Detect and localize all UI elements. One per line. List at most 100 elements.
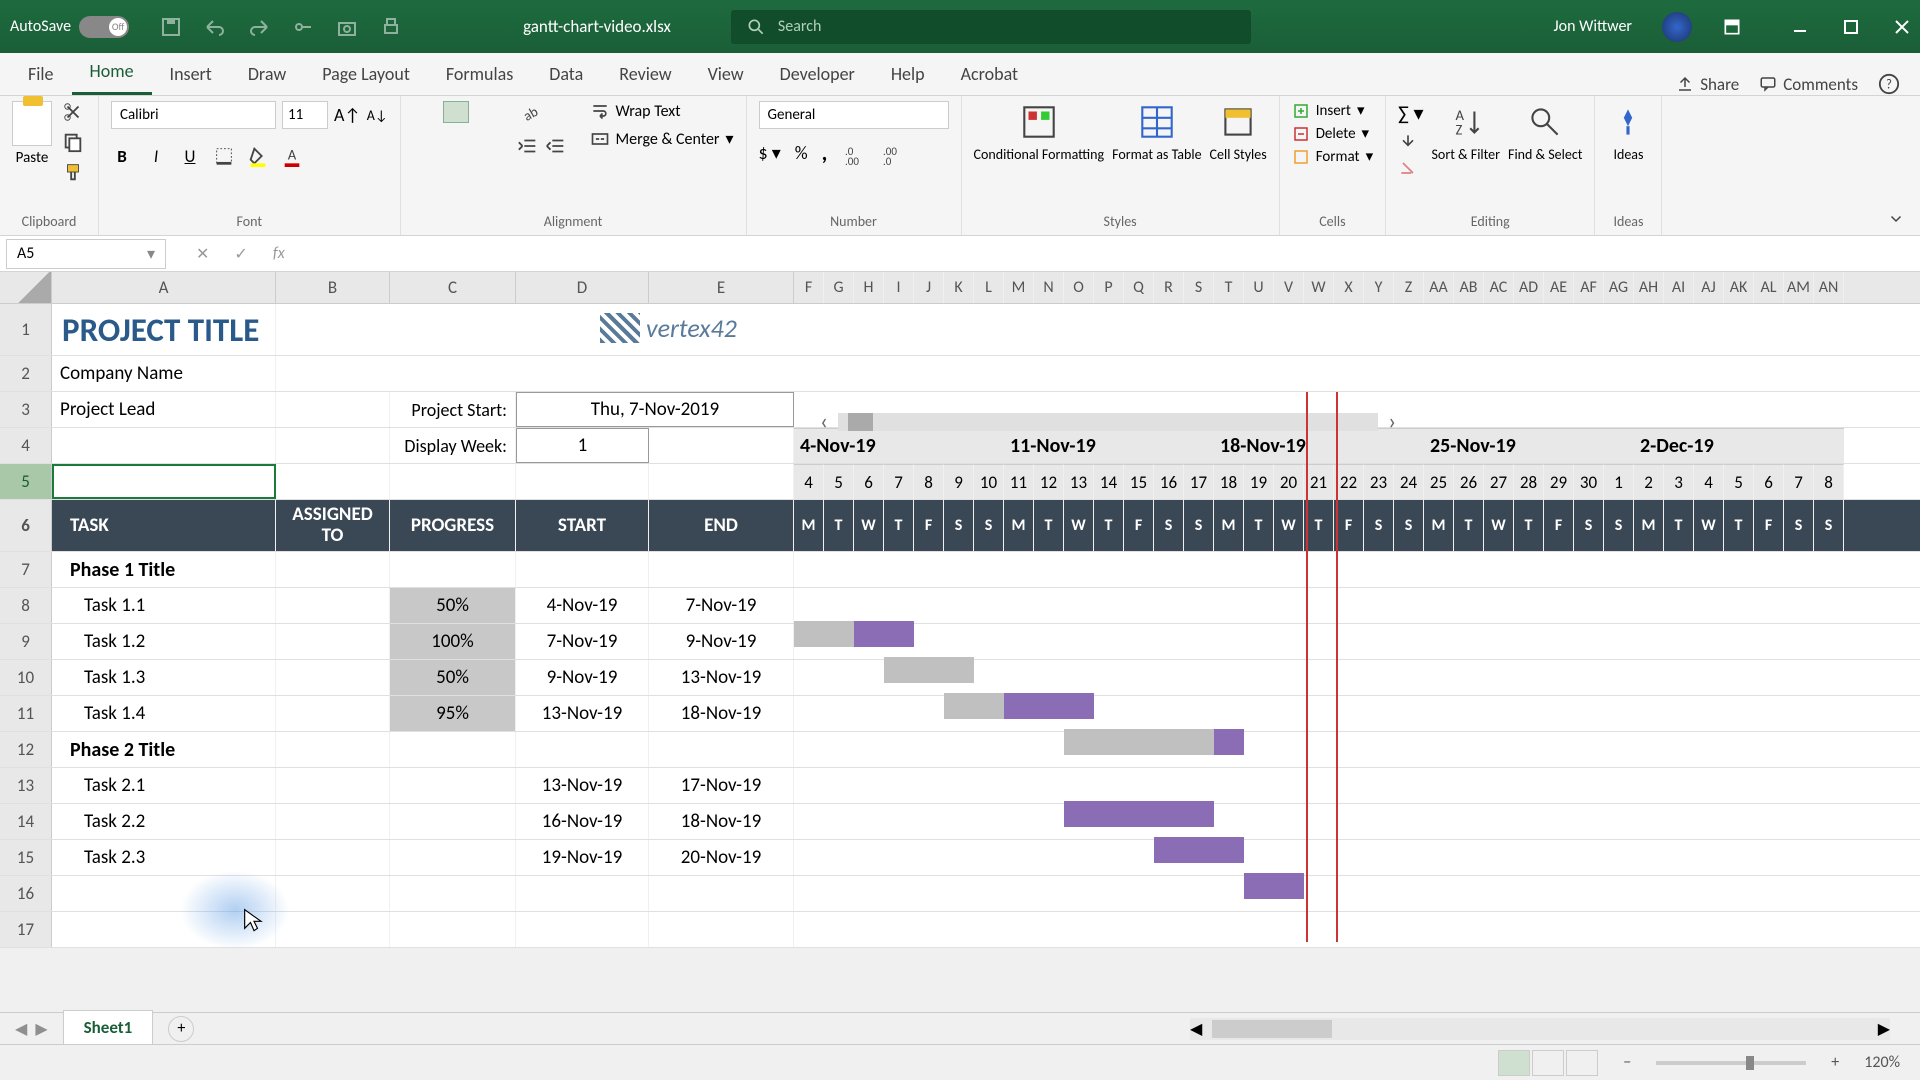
day-number[interactable]: 27 bbox=[1484, 464, 1514, 499]
copy-icon[interactable] bbox=[60, 131, 86, 153]
task-cell[interactable]: Task 2.1 bbox=[52, 768, 276, 803]
progress-cell[interactable] bbox=[390, 912, 516, 947]
assigned-cell[interactable] bbox=[276, 732, 390, 767]
row-header[interactable]: 17 bbox=[0, 912, 52, 947]
scroll-right-icon[interactable]: ▶ bbox=[1878, 1019, 1890, 1039]
day-of-week[interactable]: S bbox=[944, 500, 974, 551]
day-of-week[interactable]: F bbox=[1754, 500, 1784, 551]
share-button[interactable]: Share bbox=[1676, 74, 1739, 95]
percent-icon[interactable]: % bbox=[795, 142, 808, 164]
table-row[interactable]: 15Task 2.319-Nov-1920-Nov-19 bbox=[0, 840, 1920, 876]
day-number[interactable]: 5 bbox=[1724, 464, 1754, 499]
conditional-formatting-button[interactable]: Conditional Formatting bbox=[974, 101, 1105, 163]
week-date[interactable]: 25-Nov-19 bbox=[1424, 428, 1634, 463]
help-icon[interactable]: ? bbox=[1878, 73, 1900, 95]
number-format-select[interactable] bbox=[759, 101, 949, 129]
tab-insert[interactable]: Insert bbox=[152, 53, 230, 95]
start-date-cell[interactable]: 13-Nov-19 bbox=[516, 696, 649, 731]
column-header[interactable]: AB bbox=[1454, 272, 1484, 303]
day-of-week[interactable]: W bbox=[854, 500, 884, 551]
zoom-level[interactable]: 120% bbox=[1864, 1053, 1900, 1072]
user-name[interactable]: Jon Wittwer bbox=[1554, 17, 1632, 36]
column-header[interactable]: AF bbox=[1574, 272, 1604, 303]
day-of-week[interactable]: S bbox=[1154, 500, 1184, 551]
page-layout-view-icon[interactable] bbox=[1532, 1050, 1564, 1076]
day-of-week[interactable]: F bbox=[1544, 500, 1574, 551]
project-lead-cell[interactable]: Project Lead bbox=[52, 392, 276, 427]
task-cell[interactable]: Task 1.4 bbox=[52, 696, 276, 731]
start-date-cell[interactable]: 4-Nov-19 bbox=[516, 588, 649, 623]
day-number[interactable]: 14 bbox=[1094, 464, 1124, 499]
start-date-cell[interactable] bbox=[516, 912, 649, 947]
progress-cell[interactable] bbox=[390, 732, 516, 767]
row-header[interactable]: 13 bbox=[0, 768, 52, 803]
tab-file[interactable]: File bbox=[10, 53, 72, 95]
day-of-week[interactable]: W bbox=[1484, 500, 1514, 551]
task-header[interactable]: TASK bbox=[52, 500, 276, 551]
scroll-right-icon[interactable]: › bbox=[1388, 407, 1396, 436]
day-number[interactable]: 25 bbox=[1424, 464, 1454, 499]
start-date-cell[interactable]: 19-Nov-19 bbox=[516, 840, 649, 875]
day-number[interactable]: 16 bbox=[1154, 464, 1184, 499]
start-date-cell[interactable]: 13-Nov-19 bbox=[516, 768, 649, 803]
table-row[interactable]: 8Task 1.150%4-Nov-197-Nov-19 bbox=[0, 588, 1920, 624]
column-header[interactable]: AE bbox=[1544, 272, 1574, 303]
column-header[interactable]: AJ bbox=[1694, 272, 1724, 303]
day-of-week[interactable]: T bbox=[1304, 500, 1334, 551]
table-row[interactable]: 14Task 2.216-Nov-1918-Nov-19 bbox=[0, 804, 1920, 840]
day-number[interactable]: 1 bbox=[1604, 464, 1634, 499]
day-of-week[interactable]: M bbox=[1424, 500, 1454, 551]
day-of-week[interactable]: T bbox=[1094, 500, 1124, 551]
cell-styles-button[interactable]: Cell Styles bbox=[1210, 101, 1267, 163]
task-cell[interactable]: Task 1.3 bbox=[52, 660, 276, 695]
day-number[interactable]: 6 bbox=[854, 464, 884, 499]
tab-view[interactable]: View bbox=[690, 53, 762, 95]
table-row[interactable]: 12Phase 2 Title bbox=[0, 732, 1920, 768]
day-number[interactable]: 4 bbox=[794, 464, 824, 499]
end-date-cell[interactable] bbox=[649, 876, 794, 911]
day-of-week[interactable]: T bbox=[1664, 500, 1694, 551]
day-number[interactable]: 11 bbox=[1004, 464, 1034, 499]
day-number[interactable]: 7 bbox=[1784, 464, 1814, 499]
tab-acrobat[interactable]: Acrobat bbox=[943, 53, 1036, 95]
progress-header[interactable]: PROGRESS bbox=[390, 500, 516, 551]
tab-data[interactable]: Data bbox=[531, 53, 601, 95]
increase-decimal-icon[interactable]: .0.00 bbox=[841, 141, 865, 165]
start-date-cell[interactable]: 16-Nov-19 bbox=[516, 804, 649, 839]
assigned-cell[interactable] bbox=[276, 624, 390, 659]
row-header[interactable]: 10 bbox=[0, 660, 52, 695]
progress-cell[interactable] bbox=[390, 876, 516, 911]
column-header[interactable]: J bbox=[914, 272, 944, 303]
day-number[interactable]: 4 bbox=[1694, 464, 1724, 499]
day-number[interactable]: 20 bbox=[1274, 464, 1304, 499]
end-date-cell[interactable]: 20-Nov-19 bbox=[649, 840, 794, 875]
align-top-center-icon[interactable] bbox=[443, 101, 469, 123]
print-icon[interactable] bbox=[379, 15, 403, 39]
day-of-week[interactable]: T bbox=[824, 500, 854, 551]
assigned-cell[interactable] bbox=[276, 696, 390, 731]
column-header[interactable]: M bbox=[1004, 272, 1034, 303]
assigned-cell[interactable] bbox=[276, 552, 390, 587]
font-color-icon[interactable]: A bbox=[281, 145, 303, 167]
progress-cell[interactable] bbox=[390, 804, 516, 839]
display-week-label[interactable]: Display Week: bbox=[390, 428, 516, 463]
wrap-text-button[interactable]: Wrap Text bbox=[590, 101, 734, 121]
day-of-week[interactable]: T bbox=[1244, 500, 1274, 551]
column-header[interactable]: AD bbox=[1514, 272, 1544, 303]
day-number[interactable]: 8 bbox=[1814, 464, 1844, 499]
maximize-icon[interactable] bbox=[1843, 19, 1859, 35]
day-number[interactable]: 3 bbox=[1664, 464, 1694, 499]
progress-cell[interactable] bbox=[390, 840, 516, 875]
day-of-week[interactable]: F bbox=[1334, 500, 1364, 551]
day-number[interactable]: 23 bbox=[1364, 464, 1394, 499]
row-header[interactable]: 7 bbox=[0, 552, 52, 587]
close-icon[interactable] bbox=[1894, 19, 1910, 35]
column-header[interactable]: AH bbox=[1634, 272, 1664, 303]
column-header[interactable]: AN bbox=[1814, 272, 1844, 303]
company-name-cell[interactable]: Company Name bbox=[52, 356, 276, 391]
task-cell[interactable]: Phase 1 Title bbox=[52, 552, 276, 587]
assigned-cell[interactable] bbox=[276, 840, 390, 875]
clear-icon[interactable] bbox=[1398, 158, 1423, 178]
align-middle-left-icon[interactable] bbox=[413, 127, 439, 149]
assigned-cell[interactable] bbox=[276, 660, 390, 695]
